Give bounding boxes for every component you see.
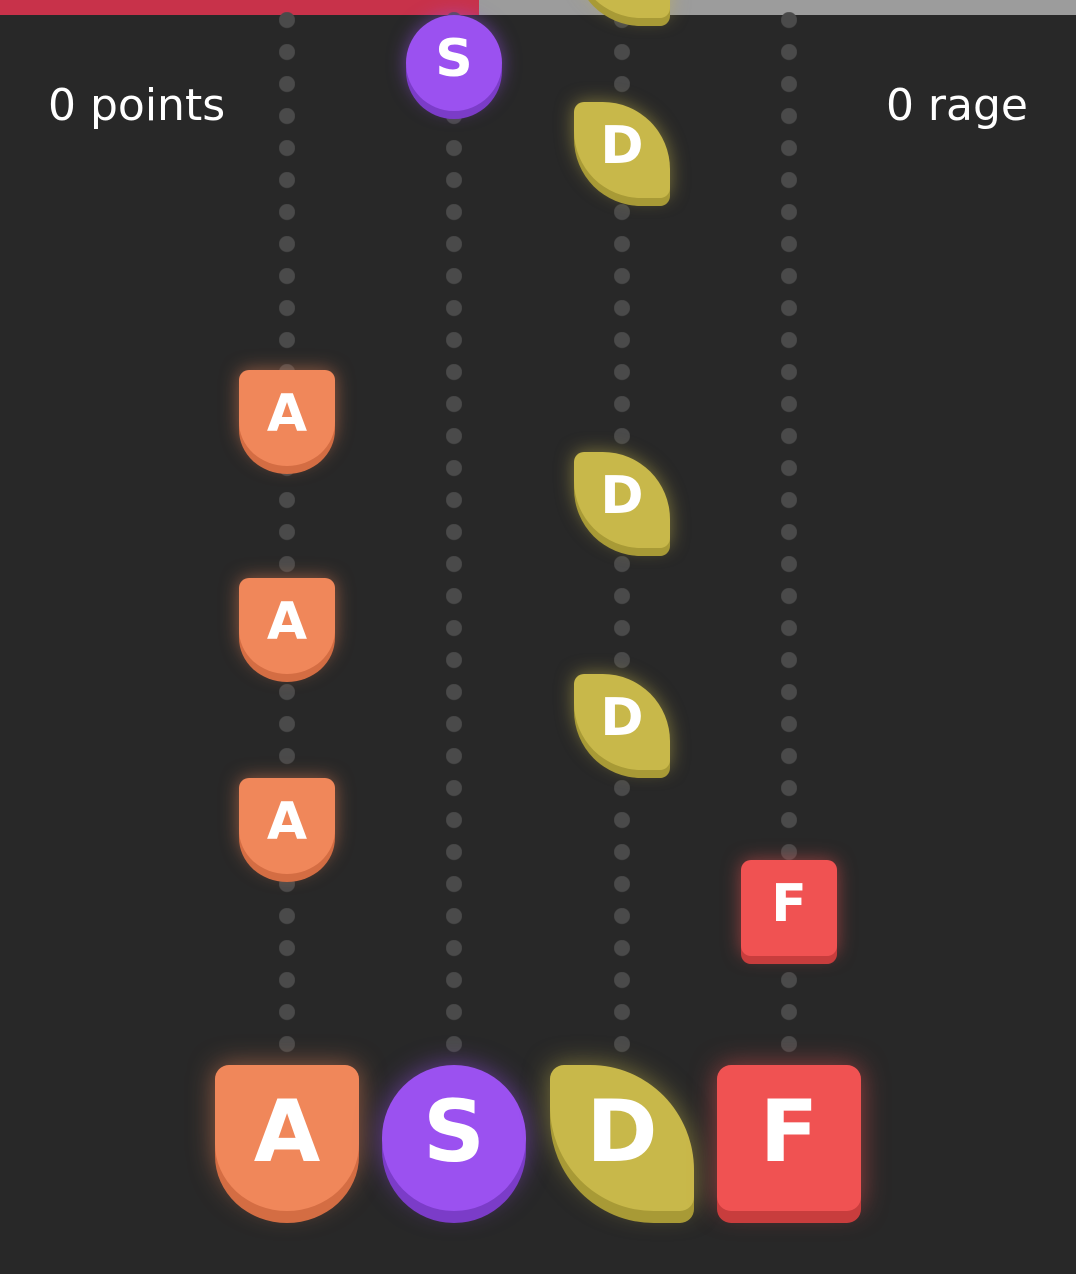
rage-counter: 0 rage bbox=[885, 80, 1028, 131]
song-progress-fill bbox=[0, 0, 479, 15]
game-stage: DSDADADAF 0 points 0 rage ASDF bbox=[0, 0, 1076, 1274]
key-target-a[interactable]: A bbox=[215, 1065, 359, 1211]
key-target-d[interactable]: D bbox=[550, 1065, 694, 1211]
note-f: F bbox=[741, 860, 837, 956]
points-counter: 0 points bbox=[48, 80, 226, 131]
note-d: D bbox=[574, 674, 670, 770]
note-a: A bbox=[239, 778, 335, 874]
lane-track-s bbox=[446, 0, 462, 1054]
note-a: A bbox=[239, 370, 335, 466]
key-target-s[interactable]: S bbox=[382, 1065, 526, 1211]
note-s: S bbox=[406, 15, 502, 111]
note-d: D bbox=[574, 452, 670, 548]
note-a: A bbox=[239, 578, 335, 674]
note-d: D bbox=[574, 102, 670, 198]
song-progress-bar bbox=[0, 0, 1076, 15]
lane-track-a bbox=[279, 0, 295, 1054]
key-target-f[interactable]: F bbox=[717, 1065, 861, 1211]
